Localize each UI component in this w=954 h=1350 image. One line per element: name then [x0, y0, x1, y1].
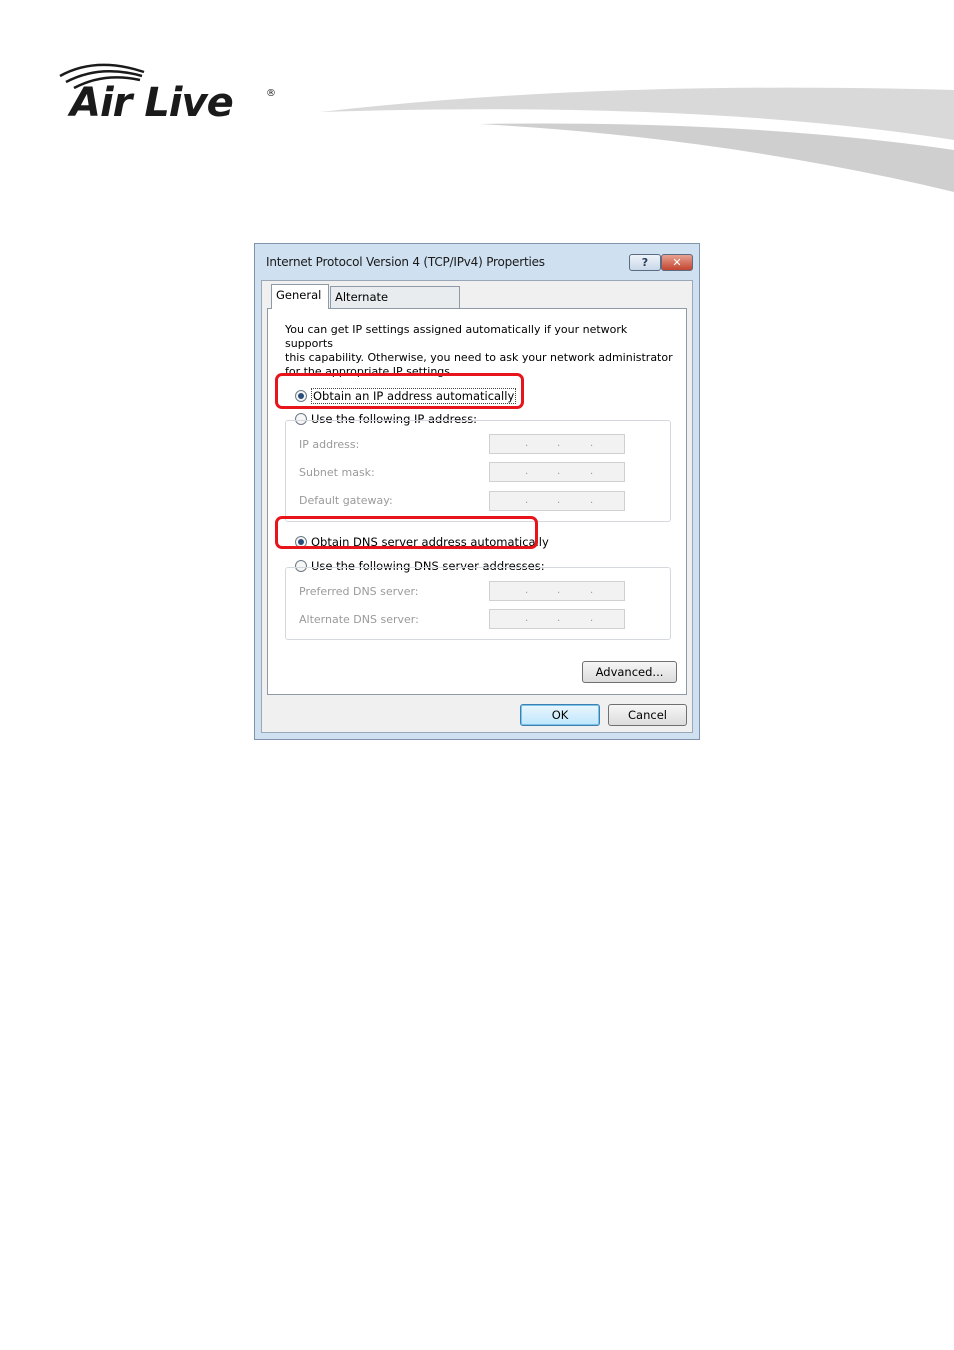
default-gateway-label: Default gateway:: [299, 494, 393, 507]
ip-address-label: IP address:: [299, 438, 360, 451]
logo-text: Air Live: [70, 80, 234, 126]
highlight-obtain-dns: [275, 516, 538, 549]
dns-server-group: [285, 567, 671, 640]
alternate-dns-label: Alternate DNS server:: [299, 613, 419, 626]
alternate-dns-input[interactable]: ...: [489, 609, 625, 629]
ip-dot: .: [557, 613, 561, 624]
ip-address-input[interactable]: ...: [489, 434, 625, 454]
ip-dot: .: [525, 585, 529, 596]
registered-mark: ®: [266, 88, 276, 99]
title-bar[interactable]: Internet Protocol Version 4 (TCP/IPv4) P…: [255, 244, 699, 280]
advanced-button[interactable]: Advanced...: [582, 661, 677, 683]
highlight-obtain-ip: [275, 373, 524, 409]
close-icon: ✕: [672, 256, 682, 269]
close-button[interactable]: ✕: [661, 254, 693, 271]
ip-dot: .: [590, 585, 594, 596]
ip-dot: .: [590, 613, 594, 624]
ip-dot: .: [590, 466, 594, 477]
ip-dot: .: [525, 495, 529, 506]
airlive-logo: Air Live ®: [56, 58, 286, 128]
ok-button[interactable]: OK: [520, 704, 600, 726]
ip-dot: .: [525, 438, 529, 449]
default-gateway-input[interactable]: ...: [489, 491, 625, 511]
general-tab-page: You can get IP settings assigned automat…: [267, 308, 687, 695]
ip-dot: .: [590, 438, 594, 449]
ip-dot: .: [557, 466, 561, 477]
subnet-mask-label: Subnet mask:: [299, 466, 375, 479]
help-icon: ?: [641, 256, 649, 269]
tab-general[interactable]: General: [271, 284, 329, 309]
preferred-dns-label: Preferred DNS server:: [299, 585, 419, 598]
tcpip-properties-dialog: Internet Protocol Version 4 (TCP/IPv4) P…: [254, 243, 700, 740]
subnet-mask-input[interactable]: ...: [489, 462, 625, 482]
ip-dot: .: [525, 466, 529, 477]
ip-dot: .: [590, 495, 594, 506]
header-swoosh: [320, 87, 954, 192]
tab-alternate-configuration[interactable]: Alternate Configuration: [330, 286, 460, 324]
help-button[interactable]: ?: [629, 254, 661, 271]
dialog-body: General Alternate Configuration You can …: [261, 280, 693, 733]
preferred-dns-input[interactable]: ...: [489, 581, 625, 601]
description-text: You can get IP settings assigned automat…: [285, 323, 673, 378]
ip-dot: .: [557, 495, 561, 506]
cancel-button[interactable]: Cancel: [608, 704, 687, 726]
ip-dot: .: [525, 613, 529, 624]
ip-dot: .: [557, 438, 561, 449]
ip-dot: .: [557, 585, 561, 596]
dialog-title: Internet Protocol Version 4 (TCP/IPv4) P…: [266, 255, 545, 269]
